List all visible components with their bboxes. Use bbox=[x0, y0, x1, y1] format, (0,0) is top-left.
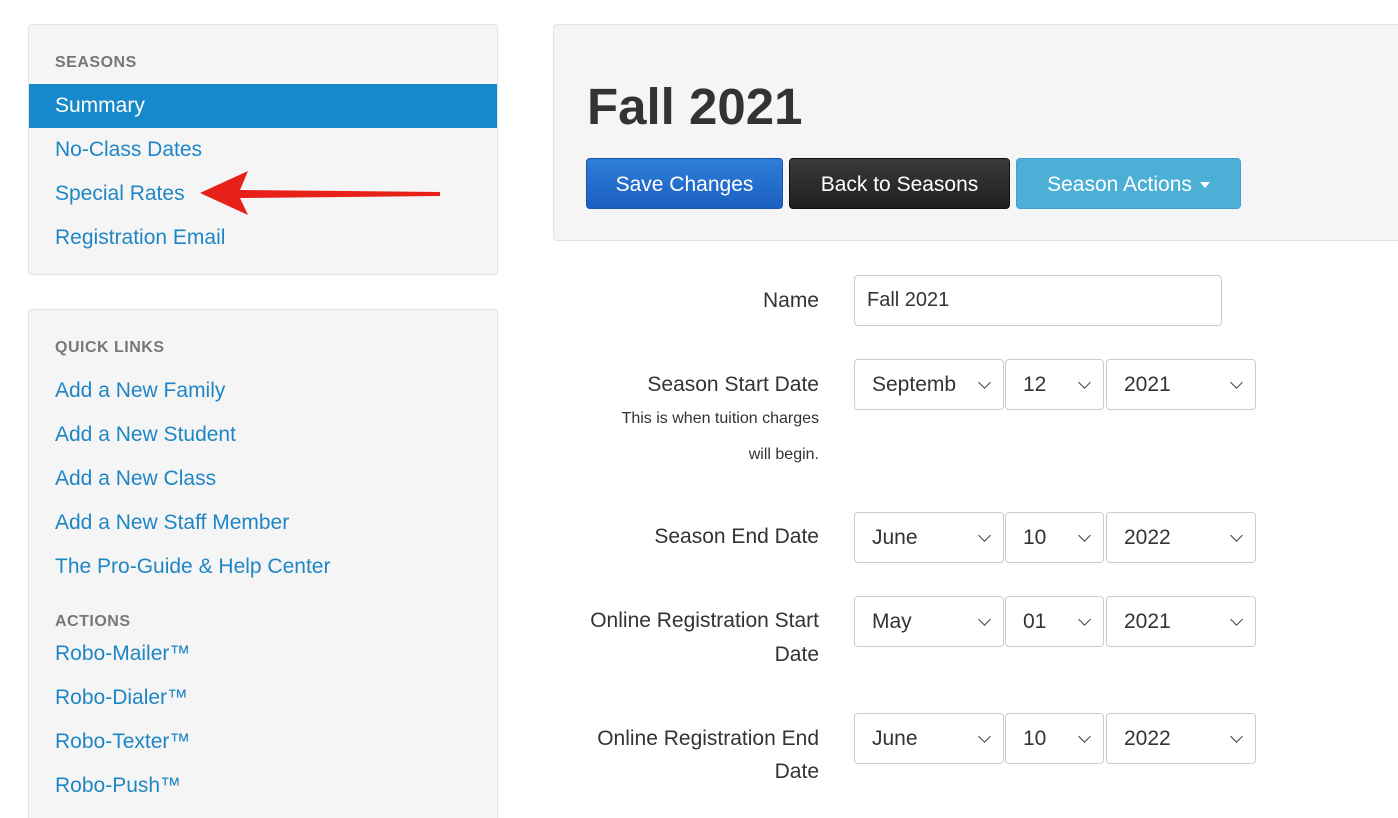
annotation-arrow-icon bbox=[200, 171, 440, 215]
chevron-down-icon bbox=[978, 529, 991, 542]
sidebar-item-registration-email[interactable]: Registration Email bbox=[29, 216, 497, 260]
season-start-date-label: Season Start Date bbox=[647, 373, 819, 396]
quick-link-add-class[interactable]: Add a New Class bbox=[29, 457, 497, 501]
chevron-down-icon bbox=[978, 730, 991, 743]
season-start-month-select[interactable]: Septemb bbox=[854, 359, 1004, 410]
season-start-help-line-2: will begin. bbox=[748, 446, 819, 463]
season-start-day-select[interactable]: 12 bbox=[1005, 359, 1104, 410]
chevron-down-icon bbox=[978, 376, 991, 389]
sidebar-item-summary[interactable]: Summary bbox=[29, 84, 497, 128]
chevron-down-icon bbox=[1078, 376, 1091, 389]
reg-end-month-select[interactable]: June bbox=[854, 713, 1004, 764]
back-to-seasons-button[interactable]: Back to Seasons bbox=[789, 158, 1010, 209]
reg-start-label-line-2: Date bbox=[774, 643, 819, 666]
chevron-down-icon bbox=[1230, 613, 1243, 626]
reg-start-day-select[interactable]: 01 bbox=[1005, 596, 1104, 647]
seasons-header: SEASONS bbox=[55, 54, 137, 71]
quick-link-add-family[interactable]: Add a New Family bbox=[29, 369, 497, 413]
action-robo-mailer[interactable]: Robo-Mailer™ bbox=[29, 632, 497, 676]
chevron-down-icon bbox=[1230, 376, 1243, 389]
season-end-day-select[interactable]: 10 bbox=[1005, 512, 1104, 563]
chevron-down-icon bbox=[1078, 730, 1091, 743]
season-actions-dropdown-button[interactable]: Season Actions bbox=[1016, 158, 1241, 209]
quick-link-add-staff[interactable]: Add a New Staff Member bbox=[29, 501, 497, 545]
season-end-year-select[interactable]: 2022 bbox=[1106, 512, 1256, 563]
chevron-down-icon bbox=[1078, 613, 1091, 626]
season-actions-label: Season Actions bbox=[1047, 173, 1192, 196]
name-label: Name bbox=[762, 289, 819, 312]
season-end-month-select[interactable]: June bbox=[854, 512, 1004, 563]
quick-link-help-center[interactable]: The Pro-Guide & Help Center bbox=[29, 545, 497, 589]
seasons-panel: SEASONS Summary No-Class Dates Special R… bbox=[28, 24, 498, 275]
reg-start-label-line-1: Online Registration Start bbox=[590, 609, 819, 632]
reg-end-label-line-2: Date bbox=[774, 760, 819, 783]
reg-end-day-select[interactable]: 10 bbox=[1005, 713, 1104, 764]
action-robo-dialer[interactable]: Robo-Dialer™ bbox=[29, 676, 497, 720]
chevron-down-icon bbox=[1230, 730, 1243, 743]
season-start-help-line-1: This is when tuition charges bbox=[621, 410, 819, 427]
name-input[interactable]: Fall 2021 bbox=[854, 275, 1222, 326]
quick-link-add-student[interactable]: Add a New Student bbox=[29, 413, 497, 457]
season-header-well: Fall 2021 Save Changes Back to Seasons S… bbox=[553, 24, 1398, 241]
reg-end-year-select[interactable]: 2022 bbox=[1106, 713, 1256, 764]
reg-start-year-select[interactable]: 2021 bbox=[1106, 596, 1256, 647]
action-robo-push[interactable]: Robo-Push™ bbox=[29, 764, 497, 808]
quick-links-header: QUICK LINKS bbox=[55, 339, 165, 356]
reg-end-label-line-1: Online Registration End bbox=[597, 727, 819, 750]
season-start-year-select[interactable]: 2021 bbox=[1106, 359, 1256, 410]
actions-header: ACTIONS bbox=[55, 613, 131, 630]
season-end-date-label: Season End Date bbox=[654, 525, 819, 548]
page: SEASONS Summary No-Class Dates Special R… bbox=[0, 0, 1398, 818]
action-robo-texter[interactable]: Robo-Texter™ bbox=[29, 720, 497, 764]
sidebar-item-no-class-dates[interactable]: No-Class Dates bbox=[29, 128, 497, 172]
chevron-down-icon bbox=[1078, 529, 1091, 542]
quick-links-panel: QUICK LINKS Add a New Family Add a New S… bbox=[28, 309, 498, 818]
caret-down-icon bbox=[1199, 182, 1210, 189]
page-title: Fall 2021 bbox=[587, 78, 803, 135]
save-changes-button[interactable]: Save Changes bbox=[586, 158, 783, 209]
chevron-down-icon bbox=[978, 613, 991, 626]
reg-start-month-select[interactable]: May bbox=[854, 596, 1004, 647]
chevron-down-icon bbox=[1230, 529, 1243, 542]
